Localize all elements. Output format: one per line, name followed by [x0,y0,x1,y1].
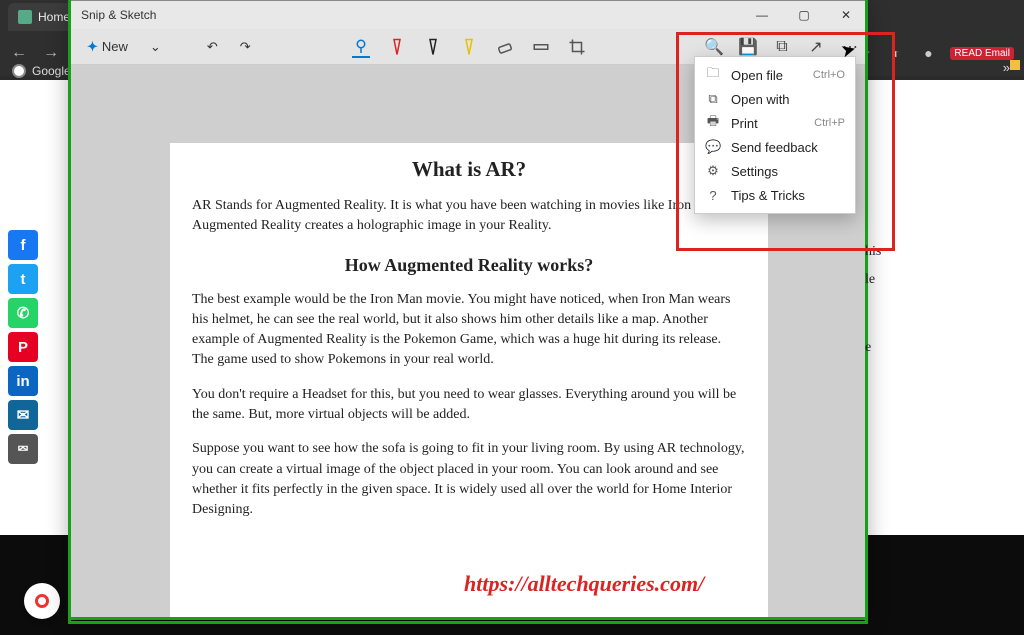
touch-writing-tool[interactable] [352,36,370,58]
read-email-badge[interactable]: READ Email [950,47,1014,60]
linkedin-share-button[interactable]: in [8,366,38,396]
whatsapp-icon: ✆ [17,304,30,322]
doc-paragraph-2: The best example would be the Iron Man m… [192,290,746,371]
email-icon: ✉ [17,406,30,424]
crop-tool[interactable] [568,36,586,58]
more-context-menu: 🗀 Open file Ctrl+O ⧉ Open with 🖶 Print C… [694,56,856,214]
menu-open-file-shortcut: Ctrl+O [813,69,845,81]
menu-open-with[interactable]: ⧉ Open with [695,87,855,111]
zoom-icon[interactable]: 🔍 [703,36,725,58]
menu-send-feedback[interactable]: 💬 Send feedback [695,135,855,159]
pen-tool-group [352,36,586,58]
menu-tips-label: Tips & Tricks [731,188,845,203]
menu-settings[interactable]: ⚙ Settings [695,159,855,183]
title-bar: Snip & Sketch — ▢ ✕ [71,1,867,29]
bell-icon [35,594,49,608]
twitter-icon: t [21,271,26,288]
pinterest-share-button[interactable]: P [8,332,38,362]
doc-paragraph-3: You don't require a Headset for this, bu… [192,385,746,426]
save-icon[interactable]: 💾 [737,36,759,58]
doc-heading-2: How Augmented Reality works? [192,255,746,276]
share-icon: ⮹ [17,441,29,458]
undo-button[interactable]: ↶ [199,33,226,61]
fragment-b: le [865,266,887,294]
eraser-tool[interactable] [496,36,514,58]
watermark-url: https://alltechqueries.com/ [464,571,704,597]
bookmarks-overflow-icon[interactable]: » [1003,60,1010,75]
generic-share-button[interactable]: ⮹ [8,434,38,464]
bookmark-bar: Google [0,60,71,82]
ballpoint-pen-tool[interactable] [388,36,406,58]
copy-icon[interactable]: ⧉ [771,36,793,58]
doc-paragraph-4: Suppose you want to see how the sofa is … [192,439,746,520]
profile-icon[interactable]: ● [918,43,938,63]
menu-open-file[interactable]: 🗀 Open file Ctrl+O [695,63,855,87]
window-title: Snip & Sketch [81,8,156,22]
maximize-button[interactable]: ▢ [783,1,825,29]
bookmark-folder-icon[interactable] [1010,60,1020,70]
menu-settings-label: Settings [731,164,845,179]
menu-print-label: Print [731,116,804,131]
facebook-share-button[interactable]: f [8,230,38,260]
fragment-a: his [865,238,887,266]
menu-open-file-label: Open file [731,68,803,83]
menu-print[interactable]: 🖶 Print Ctrl+P [695,111,855,135]
twitter-share-button[interactable]: t [8,264,38,294]
open-with-icon: ⧉ [705,91,721,107]
folder-icon: 🗀 [705,64,721,86]
ruler-tool[interactable] [532,36,550,58]
feedback-icon: 💬 [705,139,721,155]
menu-open-with-label: Open with [731,92,835,107]
minimize-button[interactable]: — [741,1,783,29]
redo-button[interactable]: ↷ [232,33,259,61]
menu-tips-tricks[interactable]: ? Tips & Tricks [695,183,855,207]
captured-document: What is AR? AR Stands for Augmented Real… [170,143,768,617]
fragment-c: e [865,334,887,362]
linkedin-icon: in [16,373,29,390]
whatsapp-share-button[interactable]: ✆ [8,298,38,328]
gear-icon: ⚙ [705,163,721,179]
facebook-icon: f [21,237,26,254]
highlighter-tool[interactable] [460,36,478,58]
doc-heading-1: What is AR? [192,157,746,182]
social-share-column: f t ✆ P in ✉ ⮹ [8,230,38,464]
pencil-tool[interactable] [424,36,442,58]
plus-icon: ✦ [87,39,98,55]
email-share-button[interactable]: ✉ [8,400,38,430]
new-snip-button[interactable]: ✦ New [79,33,136,61]
google-favicon [12,64,26,78]
printer-icon: 🖶 [705,112,721,134]
behind-text-fragments: his le e [865,238,887,362]
menu-print-shortcut: Ctrl+P [814,117,845,129]
bookmark-google[interactable]: Google [32,64,71,78]
extension-icon[interactable]: ◐ [886,43,906,63]
share-icon-toolbar[interactable]: ↗ [805,36,827,58]
menu-feedback-label: Send feedback [731,140,845,155]
tab-favicon [18,10,32,24]
toolbar-right-group: 🔍 💾 ⧉ ↗ ⋯ [703,36,861,58]
doc-paragraph-1: AR Stands for Augmented Reality. It is w… [192,196,746,237]
close-button[interactable]: ✕ [825,1,867,29]
new-label: New [102,39,128,54]
pinterest-icon: P [18,339,28,356]
notification-bell-button[interactable] [24,583,60,619]
new-snip-dropdown[interactable]: ⌄ [142,33,169,61]
help-icon: ? [705,188,721,203]
